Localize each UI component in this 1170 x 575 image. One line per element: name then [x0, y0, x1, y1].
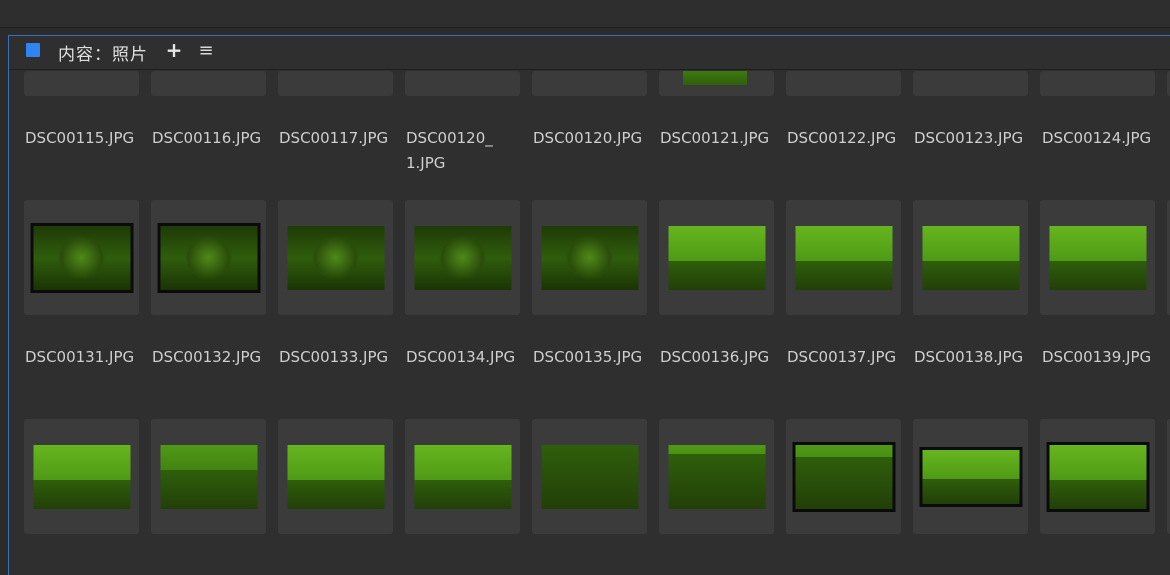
thumbnail-card[interactable] — [532, 200, 647, 315]
thumbnail-image — [157, 222, 260, 293]
thumbnail-image — [541, 225, 638, 290]
thumbnail-card[interactable] — [659, 71, 774, 96]
thumbnail-image — [795, 225, 892, 290]
file-name-label: DSC00124.JPG — [1042, 129, 1152, 147]
thumbnail-card[interactable] — [405, 200, 520, 315]
thumbnail-card[interactable] — [659, 200, 774, 315]
thumbnail-card[interactable] — [786, 419, 901, 534]
thumbnail-card[interactable] — [278, 419, 393, 534]
thumbnail-card[interactable] — [532, 71, 647, 96]
add-icon[interactable]: + — [165, 39, 183, 61]
file-name-label: DSC00132.JPG — [152, 348, 262, 366]
thumbnail-card[interactable] — [659, 419, 774, 534]
file-name-label: DSC00138.JPG — [914, 348, 1024, 366]
thumbnail-card[interactable] — [151, 71, 266, 96]
file-name-label: DSC00136.JPG — [660, 348, 770, 366]
thumbnail-image — [414, 225, 511, 290]
file-name-label: DSC00120_1.JPG — [406, 129, 493, 172]
thumbnail-image — [919, 446, 1022, 507]
thumbnail-card[interactable] — [532, 419, 647, 534]
thumbnail-card[interactable] — [786, 71, 901, 96]
thumbnail-image — [30, 222, 133, 293]
thumbnail-image — [33, 444, 130, 509]
thumbnail-image — [1049, 225, 1146, 290]
thumbnail-card[interactable] — [24, 200, 139, 315]
thumbnail-image — [287, 444, 384, 509]
thumbnail-card[interactable] — [405, 71, 520, 96]
thumbnail-card[interactable] — [1040, 419, 1155, 534]
thumbnail-card[interactable] — [1040, 200, 1155, 315]
file-name-label: DSC00122.JPG — [787, 129, 897, 147]
file-name-label: DSC00116.JPG — [152, 129, 262, 147]
file-name-label: DSC00115.JPG — [25, 129, 135, 147]
thumbnail-card[interactable] — [278, 200, 393, 315]
thumbnail-card[interactable] — [405, 419, 520, 534]
file-name-label: DSC00131.JPG — [25, 348, 135, 366]
menu-icon[interactable]: ≡ — [197, 39, 215, 61]
thumbnail-image — [683, 71, 747, 85]
thumbnail-card[interactable] — [151, 200, 266, 315]
thumbnail-image — [160, 444, 257, 509]
file-name-label: DSC00133.JPG — [279, 348, 389, 366]
thumbnail-card[interactable] — [151, 419, 266, 534]
content-panel: 内容：照片 + ≡ DSC00115.JPG DSC00116.JPG DSC0… — [8, 35, 1170, 575]
thumbnail-image — [792, 441, 895, 512]
file-name-label: DSC00121.JPG — [660, 129, 770, 147]
file-name-label: DSC00117.JPG — [279, 129, 389, 147]
file-name-label: DSC00123.JPG — [914, 129, 1024, 147]
thumbnail-card[interactable] — [278, 71, 393, 96]
thumbnail-card[interactable] — [913, 200, 1028, 315]
file-name-label: DSC00135.JPG — [533, 348, 643, 366]
thumbnail-card[interactable] — [913, 71, 1028, 96]
thumbnail-card[interactable] — [24, 71, 139, 96]
file-name-label: DSC00139.JPG — [1042, 348, 1152, 366]
file-name-label: DSC00120.JPG — [533, 129, 643, 147]
thumbnail-card[interactable] — [24, 419, 139, 534]
file-name-label: DSC00137.JPG — [787, 348, 897, 366]
thumbnail-image — [414, 444, 511, 509]
panel-header: 内容：照片 + ≡ — [9, 36, 1170, 70]
thumbnail-card[interactable] — [1040, 71, 1155, 96]
top-toolbar-strip — [0, 0, 1170, 28]
thumbnail-image — [541, 444, 638, 509]
thumbnail-image — [668, 225, 765, 290]
thumbnail-image — [668, 444, 765, 509]
panel-color-icon — [26, 43, 40, 57]
thumbnail-image — [922, 225, 1019, 290]
thumbnail-image — [1046, 441, 1149, 512]
file-name-label: DSC00134.JPG — [406, 348, 516, 366]
thumbnail-grid[interactable]: DSC00115.JPG DSC00116.JPG DSC00117.JPG D… — [9, 71, 1170, 575]
thumbnail-card[interactable] — [913, 419, 1028, 534]
panel-title: 内容：照片 — [58, 45, 148, 65]
thumbnail-card[interactable] — [786, 200, 901, 315]
thumbnail-image — [287, 225, 384, 290]
